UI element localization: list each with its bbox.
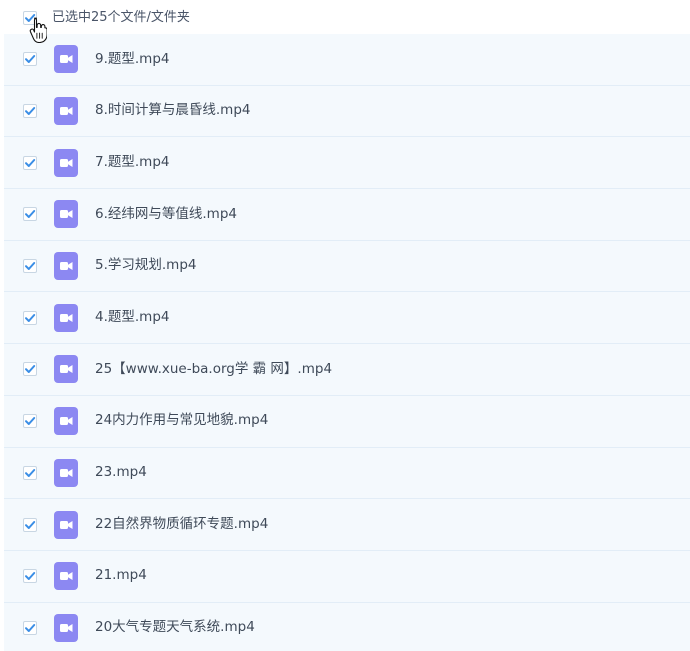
file-name[interactable]: 24内力作用与常见地貌.mp4 <box>95 414 268 428</box>
video-file-icon <box>54 407 78 436</box>
file-checkbox[interactable] <box>23 517 37 532</box>
file-row[interactable]: 25【www.xue-ba.org学 霸 网】.mp4 <box>4 344 690 396</box>
file-name[interactable]: 9.题型.mp4 <box>95 52 169 67</box>
video-file-icon <box>54 613 78 642</box>
check-icon <box>25 520 36 529</box>
check-icon <box>25 210 36 219</box>
file-row[interactable]: 4.题型.mp4 <box>4 292 690 345</box>
file-list-page: 已选中25个文件/文件夹 9.题型.mp4 8.时间计算与晨昏线.mp4 7.题… <box>0 0 690 651</box>
video-file-icon <box>54 510 78 539</box>
check-icon <box>25 262 36 271</box>
file-row[interactable]: 9.题型.mp4 <box>4 34 690 86</box>
video-file-icon <box>54 200 78 229</box>
check-icon <box>25 107 36 116</box>
check-icon <box>25 55 36 64</box>
selection-count-label: 已选中25个文件/文件夹 <box>52 9 190 25</box>
file-name[interactable]: 25【www.xue-ba.org学 霸 网】.mp4 <box>95 362 332 377</box>
check-icon <box>25 313 36 322</box>
video-file-icon <box>54 252 78 281</box>
select-all-checkbox[interactable] <box>23 10 37 25</box>
file-row[interactable]: 23.mp4 <box>4 447 690 500</box>
video-file-icon <box>54 303 78 332</box>
file-checkbox[interactable] <box>23 104 37 119</box>
file-row[interactable]: 5.学习规划.mp4 <box>4 240 690 293</box>
check-icon <box>25 572 36 581</box>
file-name[interactable]: 5.学习规划.mp4 <box>95 259 196 273</box>
file-checkbox[interactable] <box>23 569 37 584</box>
file-name[interactable]: 23.mp4 <box>95 466 147 480</box>
video-file-icon <box>54 97 78 126</box>
video-file-icon <box>54 45 78 74</box>
file-name[interactable]: 22自然界物质循环专题.mp4 <box>95 517 268 532</box>
file-row[interactable]: 6.经纬网与等值线.mp4 <box>4 189 690 241</box>
file-name[interactable]: 6.经纬网与等值线.mp4 <box>95 207 237 222</box>
file-name[interactable]: 20大气专题天气系统.mp4 <box>95 621 255 635</box>
file-row[interactable]: 8.时间计算与晨昏线.mp4 <box>4 85 690 138</box>
check-icon <box>25 365 36 374</box>
video-file-icon <box>54 562 78 591</box>
file-checkbox[interactable] <box>23 52 37 67</box>
file-row[interactable]: 22自然界物质循环专题.mp4 <box>4 499 690 551</box>
check-icon <box>25 13 36 22</box>
file-row[interactable]: 24内力作用与常见地貌.mp4 <box>4 395 690 448</box>
file-row[interactable]: 20大气专题天气系统.mp4 <box>4 602 690 651</box>
file-name[interactable]: 7.题型.mp4 <box>95 155 169 170</box>
file-checkbox[interactable] <box>23 207 37 222</box>
file-checkbox[interactable] <box>23 310 37 325</box>
file-checkbox[interactable] <box>23 259 37 274</box>
file-checkbox[interactable] <box>23 414 37 429</box>
video-file-icon <box>54 148 78 177</box>
file-row[interactable]: 7.题型.mp4 <box>4 137 690 190</box>
file-name[interactable]: 4.题型.mp4 <box>95 311 169 325</box>
check-icon <box>25 158 36 167</box>
file-name[interactable]: 21.mp4 <box>95 569 147 583</box>
file-list: 9.题型.mp4 8.时间计算与晨昏线.mp4 7.题型.mp4 6.经纬网与等… <box>4 34 690 651</box>
file-checkbox[interactable] <box>23 620 37 635</box>
check-icon <box>25 468 36 477</box>
selection-header: 已选中25个文件/文件夹 <box>0 0 690 34</box>
file-row[interactable]: 21.mp4 <box>4 550 690 603</box>
check-icon <box>25 623 36 632</box>
file-checkbox[interactable] <box>23 465 37 480</box>
file-checkbox[interactable] <box>23 362 37 377</box>
video-file-icon <box>54 458 78 487</box>
check-icon <box>25 417 36 426</box>
video-file-icon <box>54 355 78 384</box>
file-name[interactable]: 8.时间计算与晨昏线.mp4 <box>95 104 250 118</box>
file-checkbox[interactable] <box>23 155 37 170</box>
